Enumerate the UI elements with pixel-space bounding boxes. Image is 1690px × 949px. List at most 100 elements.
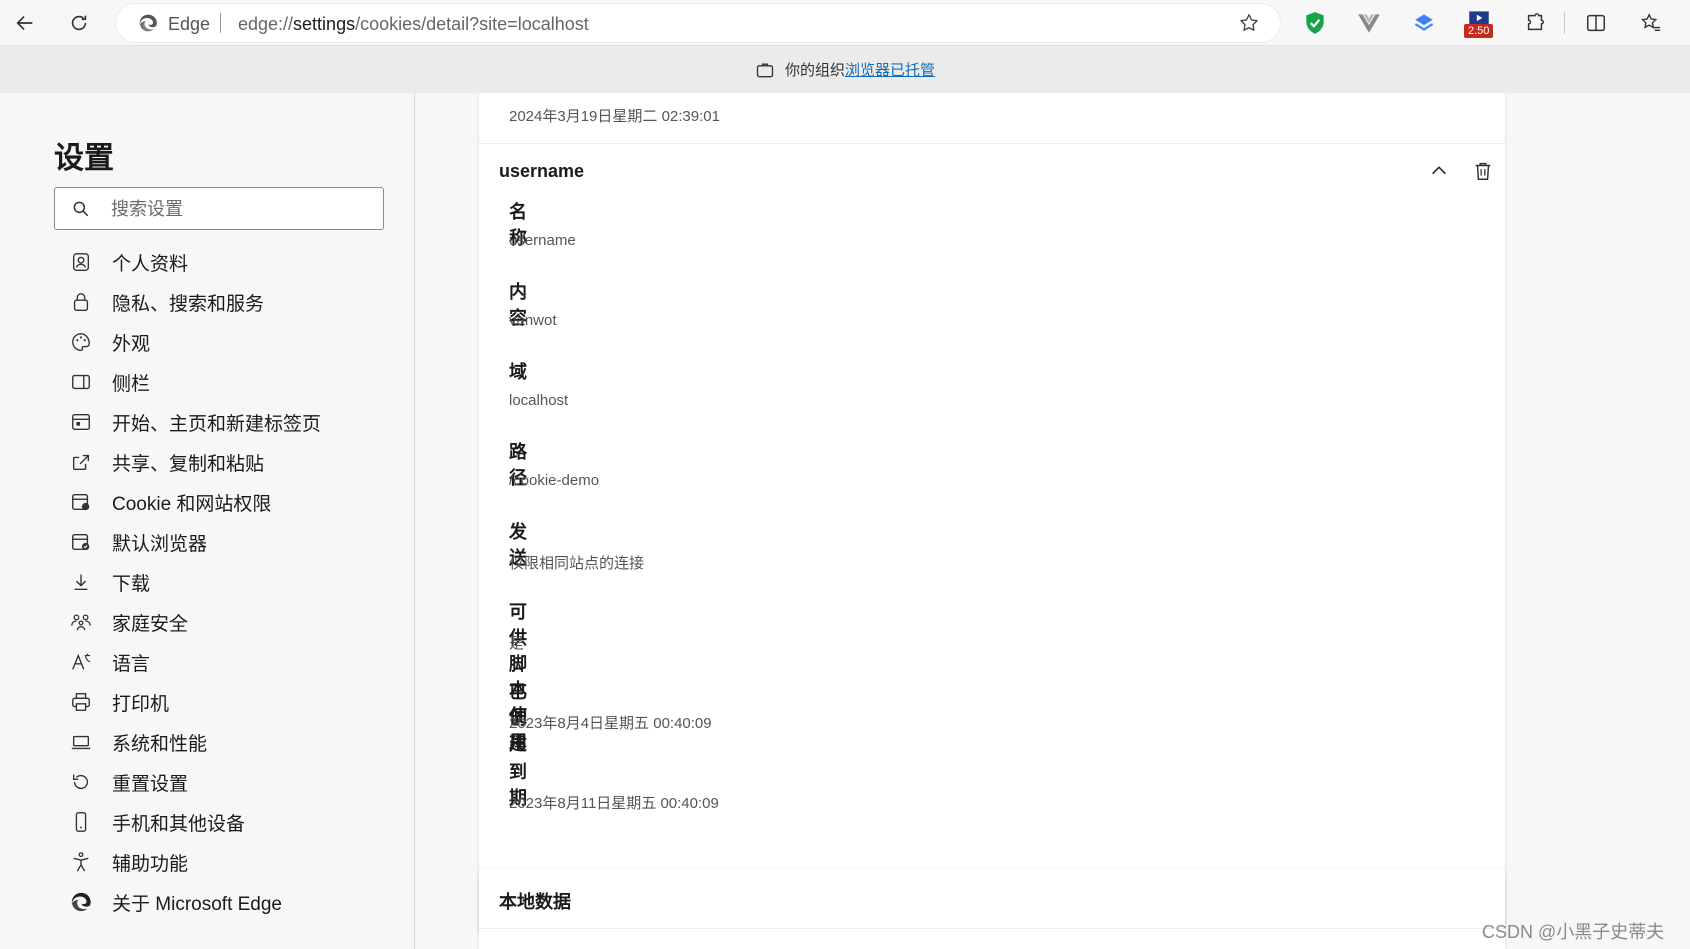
collapse-button[interactable]: [1422, 154, 1456, 188]
sidebar-item-label: 共享、复制和粘贴: [112, 453, 265, 475]
sidebar-item-accessibility[interactable]: 辅助功能: [64, 842, 404, 882]
download-icon: [70, 571, 92, 593]
delete-cookie-button[interactable]: [1466, 154, 1500, 188]
split-screen-icon: [1587, 14, 1605, 32]
sidebar-item-label: 手机和其他设备: [112, 813, 246, 835]
settings-search-input[interactable]: [111, 196, 371, 222]
field-value: vanwot: [509, 312, 557, 329]
laptop-icon: [70, 731, 92, 753]
sidebar-item-profiles[interactable]: 个人资料: [64, 242, 404, 282]
site-permissions-icon: [70, 491, 92, 513]
edge-logo-icon: [70, 891, 92, 913]
watermark: CSDN @小黑子史蒂夫: [1482, 922, 1665, 942]
briefcase-icon: [756, 63, 774, 77]
default-browser-icon: [70, 531, 92, 553]
card-divider: [479, 143, 1505, 144]
managed-infobar: 你的组织 浏览器已托管: [0, 46, 1690, 93]
back-button[interactable]: [8, 7, 42, 39]
address-separator: [220, 13, 221, 33]
field-value: /cookie-demo: [509, 472, 600, 489]
sidebar-item-label: 开始、主页和新建标签页: [112, 413, 322, 435]
refresh-icon: [71, 15, 87, 31]
favorite-star-icon[interactable]: [1238, 12, 1260, 34]
settings-search-box[interactable]: [54, 187, 384, 230]
local-data-title: 本地数据: [499, 892, 571, 912]
settings-nav: 个人资料 隐私、搜索和服务 外观 侧栏 开始、主页和新建标签页 共享、复制和粘贴…: [64, 242, 404, 922]
home-tab-icon: [70, 411, 92, 433]
palette-icon: [70, 331, 92, 353]
family-icon: [70, 611, 92, 633]
url-text[interactable]: edge://settings/cookies/detail?site=loca…: [238, 14, 589, 35]
phone-icon: [70, 811, 92, 833]
split-screen-button[interactable]: [1579, 7, 1613, 39]
sidebar-item-languages[interactable]: 语言: [64, 642, 404, 682]
sidebar-item-appearance[interactable]: 外观: [64, 322, 404, 362]
main-content: 2024年3月19日星期二 02:39:01 username 名称 userna…: [416, 93, 1690, 949]
sidebar-item-reset-settings[interactable]: 重置设置: [64, 762, 404, 802]
sidebar-item-start-home-newtab[interactable]: 开始、主页和新建标签页: [64, 402, 404, 442]
sidebar-item-default-browser[interactable]: 默认浏览器: [64, 522, 404, 562]
sidebar-item-privacy[interactable]: 隐私、搜索和服务: [64, 282, 404, 322]
field-value: localhost: [509, 392, 569, 409]
extension-badge: 2.50: [1464, 24, 1494, 38]
sidebar-item-downloads[interactable]: 下载: [64, 562, 404, 602]
sidebar-item-family-safety[interactable]: 家庭安全: [64, 602, 404, 642]
profile-icon: [70, 251, 92, 273]
arrow-left-icon: [16, 15, 33, 31]
url-scheme: edge://: [238, 14, 294, 34]
sidebar-item-phone-devices[interactable]: 手机和其他设备: [64, 802, 404, 842]
accessibility-icon: [70, 851, 92, 873]
reset-icon: [70, 771, 92, 793]
sidebar-item-label: 外观: [112, 333, 151, 355]
card-divider: [479, 928, 1505, 929]
language-icon: [70, 651, 92, 673]
chevron-up-icon: [1431, 166, 1447, 175]
extensions-button[interactable]: [1518, 7, 1552, 39]
sidebar-item-cookies-site-permissions[interactable]: Cookie 和网站权限: [64, 482, 404, 522]
share-icon: [70, 451, 92, 473]
shield-extension-icon[interactable]: [1302, 10, 1328, 36]
trash-icon: [1475, 162, 1491, 180]
refresh-button[interactable]: [62, 7, 96, 39]
sidebar-item-sidebar[interactable]: 侧栏: [64, 362, 404, 402]
search-icon: [73, 201, 89, 217]
field-label: 域: [509, 362, 527, 382]
sidebar-item-label: 家庭安全: [112, 613, 189, 635]
cookie-detail-card: 2024年3月19日星期二 02:39:01 username 名称 userna…: [479, 93, 1505, 936]
cookie-name-heading: username: [499, 161, 585, 181]
sidebar-item-printers[interactable]: 打印机: [64, 682, 404, 722]
lock-icon: [70, 291, 92, 313]
sidebar-item-label: 打印机: [112, 693, 170, 715]
settings-title: 设置: [54, 142, 114, 175]
address-bar[interactable]: Edge edge://settings/cookies/detail?site…: [116, 4, 1280, 42]
sidebar-item-label: Cookie 和网站权限: [112, 493, 272, 515]
address-brand-label: Edge: [168, 14, 211, 34]
sidebar-item-label: 个人资料: [112, 253, 189, 275]
url-host: settings: [293, 14, 356, 34]
field-value: 是: [509, 635, 525, 652]
sidebar-item-label: 辅助功能: [112, 853, 189, 875]
previous-cookie-expiry: 2024年3月19日星期二 02:39:01: [509, 108, 720, 125]
vue-devtools-icon[interactable]: [1356, 10, 1382, 36]
favorites-icon: [1641, 13, 1661, 32]
favorites-button[interactable]: [1634, 7, 1668, 39]
managed-browser-link[interactable]: 浏览器已托管: [845, 59, 935, 80]
sidebar-item-label: 默认浏览器: [112, 533, 208, 555]
sidebar-icon: [70, 371, 92, 393]
puzzle-icon: [1527, 13, 1544, 31]
sidebar-item-share-copy-paste[interactable]: 共享、复制和粘贴: [64, 442, 404, 482]
sidebar-item-system-performance[interactable]: 系统和性能: [64, 722, 404, 762]
sidebar-item-label: 关于 Microsoft Edge: [112, 893, 282, 915]
field-value: 2023年8月11日星期五 00:40:09: [509, 795, 719, 812]
sidebar-item-label: 语言: [112, 653, 151, 675]
edge-logo-icon: [139, 14, 157, 32]
sidebar-item-about-edge[interactable]: 关于 Microsoft Edge: [64, 882, 404, 922]
printer-icon: [70, 691, 92, 713]
sidebar-item-label: 侧栏: [112, 373, 151, 395]
settings-sidebar: 设置 个人资料 隐私、搜索和服务 外观 侧栏 开始、主页和新建标签页 共享、复制…: [0, 93, 415, 949]
sidebar-item-label: 隐私、搜索和服务: [112, 293, 265, 315]
toolbar-divider: [1564, 12, 1565, 34]
url-path: /cookies/detail?site=localhost: [355, 14, 589, 34]
sidebar-item-label: 系统和性能: [112, 733, 208, 755]
layers-extension-icon[interactable]: [1411, 10, 1437, 36]
